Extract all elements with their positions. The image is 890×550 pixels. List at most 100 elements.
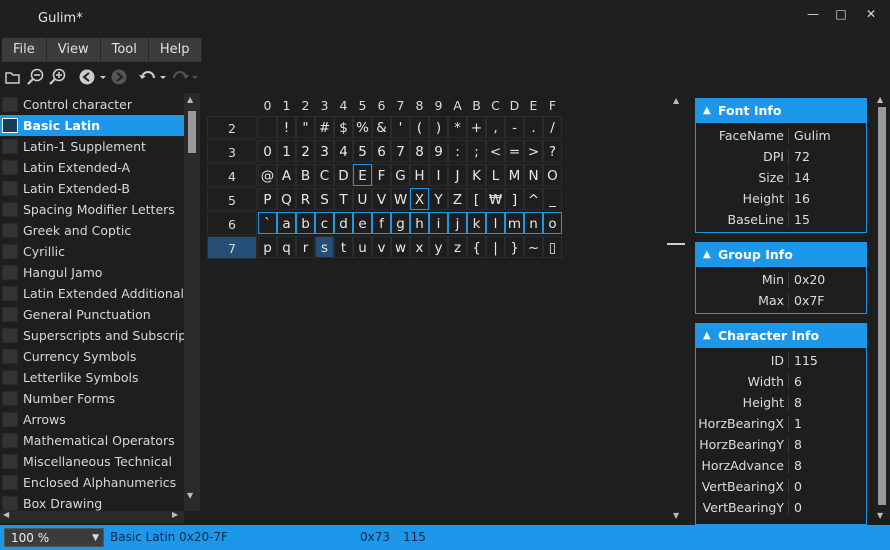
row-header[interactable]: 7 [207,236,257,259]
font-info-header[interactable]: ▲ Font Info [696,99,866,123]
checkbox[interactable] [2,181,18,196]
checkbox[interactable] [2,349,18,364]
glyph-cell[interactable]: V [372,188,391,210]
maximize-icon[interactable]: □ [826,5,856,23]
glyph-cell[interactable]: S [315,188,334,210]
glyph-cell[interactable]: a [277,212,296,234]
glyph-cell[interactable]: 5 [353,140,372,162]
glyph-cell[interactable]: ? [543,140,562,162]
glyph-cell[interactable]: > [524,140,543,162]
vertical-scrollbar[interactable]: ▲ ▼ [184,93,200,511]
glyph-cell[interactable]: t [334,236,353,258]
sidebar-item[interactable]: Spacing Modifier Letters [0,199,184,220]
scroll-thumb[interactable] [188,111,196,153]
glyph-cell[interactable]: L [486,164,505,186]
glyph-cell[interactable]: { [467,236,486,258]
sidebar-item[interactable]: Currency Symbols [0,346,184,367]
checkbox[interactable] [2,496,18,511]
glyph-cell[interactable]: 2 [296,140,315,162]
scroll-up-icon[interactable]: ▲ [187,95,193,104]
sidebar-item[interactable]: Mathematical Operators [0,430,184,451]
character-info-header[interactable]: ▲ Character Info [696,324,866,348]
sidebar-item[interactable]: Greek and Coptic [0,220,184,241]
checkbox[interactable] [2,391,18,406]
glyph-cell[interactable]: x [410,236,429,258]
sidebar-item[interactable]: Letterlike Symbols [0,367,184,388]
glyph-cell[interactable]: 0 [258,140,277,162]
sidebar-item[interactable]: Basic Latin [0,115,184,136]
checkbox[interactable] [2,244,18,259]
checkbox[interactable] [2,97,18,112]
glyph-cell[interactable]: O [543,164,562,186]
glyph-cell[interactable]: s [315,236,334,258]
glyph-cell[interactable]: < [486,140,505,162]
sidebar-item[interactable]: General Punctuation [0,304,184,325]
sidebar-item[interactable]: Control character [0,94,184,115]
menu-help[interactable]: Help [148,38,202,62]
glyph-cell[interactable]: - [505,116,524,138]
glyph-cell[interactable]: X [410,188,429,210]
sidebar-item[interactable]: Latin Extended-B [0,178,184,199]
row-header[interactable]: 3 [207,140,257,163]
menu-tool[interactable]: Tool [100,38,149,62]
grid-scroll-down-icon[interactable]: ▼ [673,511,679,520]
glyph-cell[interactable]: 6 [372,140,391,162]
checkbox[interactable] [2,223,18,238]
glyph-cell[interactable]: W [391,188,410,210]
glyph-cell[interactable]: z [448,236,467,258]
glyph-cell[interactable]: 7 [391,140,410,162]
glyph-cell[interactable]: ] [505,188,524,210]
checkbox[interactable] [2,433,18,448]
glyph-cell[interactable]: U [353,188,372,210]
sidebar-item[interactable]: Arrows [0,409,184,430]
glyph-cell[interactable]: H [410,164,429,186]
glyph-cell[interactable]: % [353,116,372,138]
checkbox[interactable] [2,286,18,301]
redo-icon[interactable] [170,68,200,86]
glyph-cell[interactable]: ! [277,116,296,138]
glyph-cell[interactable]: ▯ [543,236,562,258]
glyph-cell[interactable]: G [391,164,410,186]
glyph-cell[interactable]: k [467,212,486,234]
checkbox[interactable] [2,160,18,175]
glyph-cell[interactable]: m [505,212,524,234]
scroll-right-icon[interactable]: ▶ [172,510,178,519]
minimize-icon[interactable]: — [798,5,828,23]
glyph-cell[interactable]: _ [543,188,562,210]
glyph-cell[interactable]: ^ [524,188,543,210]
glyph-cell[interactable]: [ [467,188,486,210]
glyph-cell[interactable]: ₩ [486,188,505,210]
close-icon[interactable]: ✕ [856,5,886,23]
glyph-cell[interactable]: 9 [429,140,448,162]
horizontal-scrollbar[interactable]: ◀ ▶ [0,510,184,523]
glyph-cell[interactable]: / [543,116,562,138]
glyph-cell[interactable]: c [315,212,334,234]
sidebar-item[interactable]: Latin-1 Supplement [0,136,184,157]
glyph-cell[interactable]: l [486,212,505,234]
checkbox[interactable] [2,370,18,385]
grid-scroll-up-icon[interactable]: ▲ [673,96,679,105]
sidebar-item[interactable]: Latin Extended Additional [0,283,184,304]
glyph-cell[interactable]: C [315,164,334,186]
checkbox[interactable] [2,412,18,427]
glyph-cell[interactable]: q [277,236,296,258]
grid-scroll-thumb[interactable] [667,243,685,245]
menu-file[interactable]: File [2,38,47,62]
glyph-cell[interactable] [258,116,277,138]
glyph-cell[interactable]: u [353,236,372,258]
glyph-cell[interactable]: 1 [277,140,296,162]
glyph-cell[interactable]: @ [258,164,277,186]
glyph-cell[interactable]: ) [429,116,448,138]
grid-scrollbar[interactable]: ▲ ▼ [667,94,687,524]
sidebar-item[interactable]: Hangul Jamo [0,262,184,283]
glyph-cell[interactable]: r [296,236,315,258]
glyph-cell[interactable]: v [372,236,391,258]
glyph-cell[interactable]: g [391,212,410,234]
glyph-cell[interactable]: J [448,164,467,186]
glyph-cell[interactable]: . [524,116,543,138]
glyph-cell[interactable]: d [334,212,353,234]
checkbox[interactable] [2,475,18,490]
glyph-cell[interactable]: A [277,164,296,186]
info-scrollbar[interactable]: ▲ ▼ [874,93,888,525]
glyph-cell[interactable]: } [505,236,524,258]
